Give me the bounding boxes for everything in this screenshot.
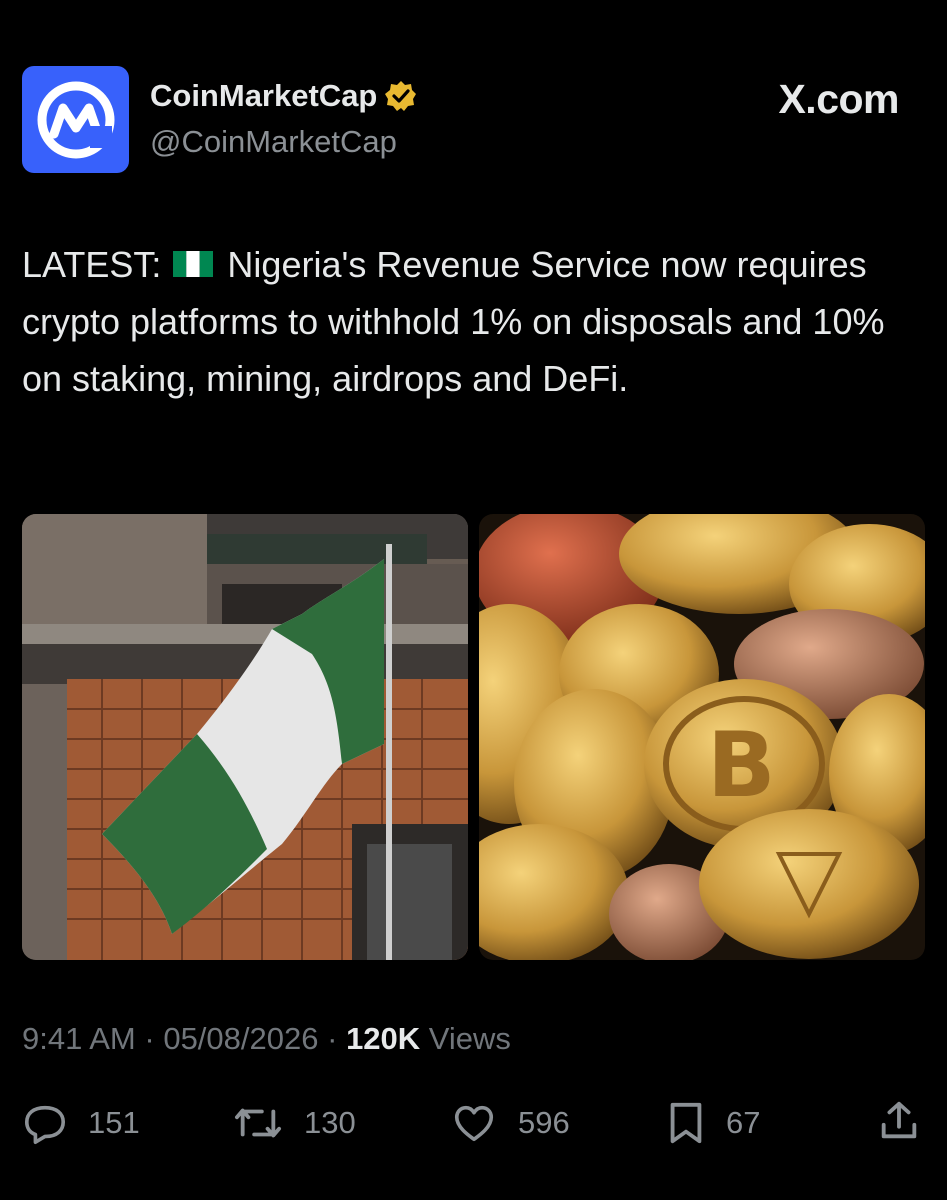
meta-separator: · <box>327 1021 338 1056</box>
reply-button[interactable]: 151 <box>22 1100 140 1146</box>
views-label: Views <box>428 1021 511 1056</box>
handle[interactable]: @CoinMarketCap <box>150 124 417 160</box>
bookmark-count: 67 <box>726 1105 761 1140</box>
nigeria-flag-building-photo <box>22 514 468 960</box>
bookmark-icon <box>670 1102 702 1144</box>
media-image-right[interactable]: B <box>479 514 925 960</box>
tweet-prefix: LATEST: <box>22 244 162 285</box>
share-button[interactable] <box>876 1098 922 1144</box>
coinmarketcap-logo-icon <box>37 81 114 158</box>
media-image-left[interactable] <box>22 514 468 960</box>
heart-icon <box>454 1105 494 1142</box>
share-icon <box>881 1101 917 1139</box>
action-bar: 151 130 596 67 <box>0 1098 947 1148</box>
display-name[interactable]: CoinMarketCap <box>150 78 377 114</box>
reply-count: 151 <box>88 1105 140 1140</box>
crypto-coins-photo: B <box>479 514 925 960</box>
retweet-button[interactable]: 130 <box>232 1100 356 1146</box>
bookmark-button[interactable]: 67 <box>666 1100 760 1146</box>
tweet-time[interactable]: 9:41 AM <box>22 1021 136 1056</box>
retweet-icon <box>235 1108 282 1138</box>
tweet-text: LATEST: Nigeria's Revenue Service now re… <box>22 236 922 407</box>
views-count: 120K <box>346 1021 421 1056</box>
verified-badge-icon <box>385 81 417 111</box>
nigeria-flag-icon <box>173 251 214 278</box>
like-button[interactable]: 596 <box>450 1100 570 1146</box>
avatar[interactable] <box>22 66 129 173</box>
tweet-meta: 9:41 AM · 05/08/2026 · 120K Views <box>22 1021 511 1057</box>
reply-icon <box>24 1105 66 1144</box>
tweet-date[interactable]: 05/08/2026 <box>163 1021 318 1056</box>
meta-separator: · <box>144 1021 155 1056</box>
account-header[interactable]: CoinMarketCap @CoinMarketCap <box>150 78 417 160</box>
svg-text:B: B <box>707 713 776 818</box>
x-brand-label: X.com <box>778 76 899 122</box>
retweet-count: 130 <box>304 1105 356 1140</box>
like-count: 596 <box>518 1105 570 1140</box>
